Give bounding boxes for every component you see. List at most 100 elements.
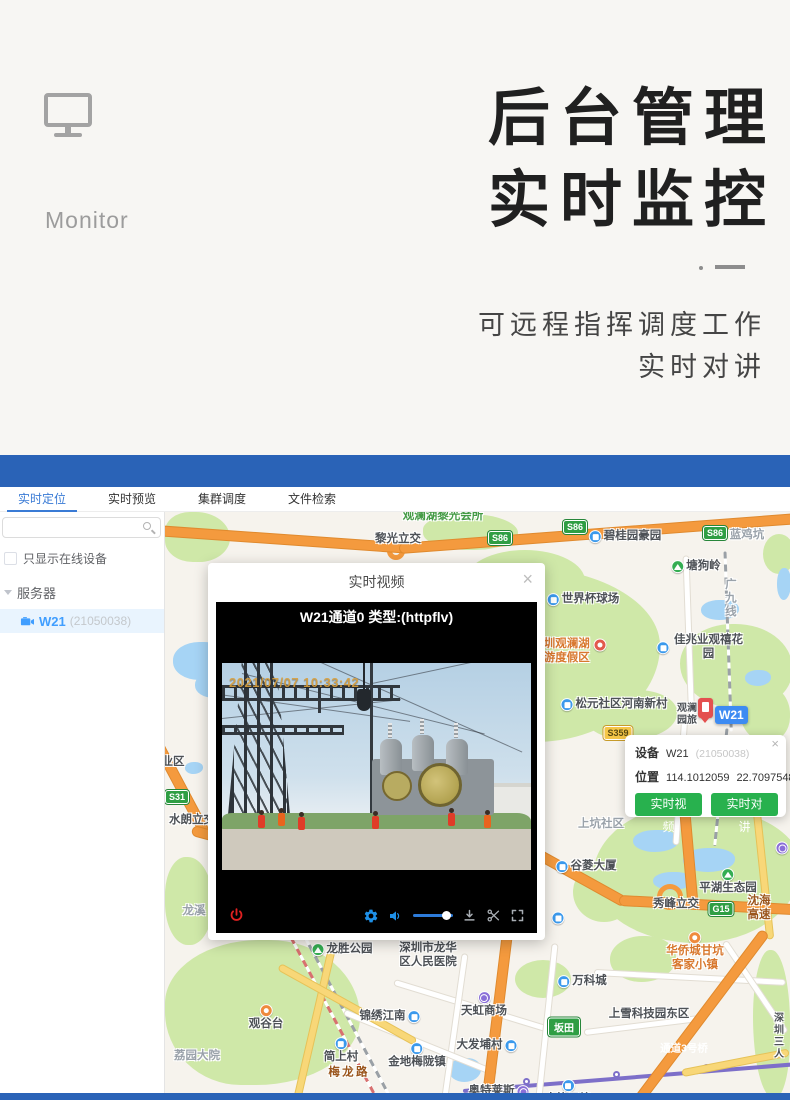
poi-green-icon	[312, 943, 325, 956]
tab-cluster-dispatch[interactable]: 集群调度	[198, 487, 246, 512]
map-label-text: 碧桂园豪园	[604, 530, 662, 544]
popup-location-label: 位置	[635, 768, 659, 785]
map-label: 谷菱大厦	[556, 860, 617, 874]
metro-station	[523, 1078, 530, 1085]
realtime-talk-button[interactable]: 实时对讲	[711, 793, 778, 816]
map-label: 观谷台	[249, 1004, 284, 1032]
popup-latitude: 22.7097548	[736, 772, 790, 784]
search-box	[2, 517, 161, 538]
poi-blue-icon	[556, 860, 569, 873]
map-label: 业区	[165, 756, 185, 770]
modal-title: 实时视频	[208, 563, 545, 602]
map-label-text: 龙溪	[183, 905, 206, 919]
hero-title-line1: 后台管理	[488, 78, 776, 160]
popup-location-row: 位置 114.1012059 22.7097548	[635, 768, 778, 785]
map-label: 碧桂园豪园	[589, 530, 662, 544]
poi-blue-icon	[505, 1039, 518, 1052]
map-label: 梅龙路	[325, 1062, 366, 1083]
poi-blue-icon	[562, 1079, 575, 1092]
poi-blue-icon	[589, 530, 602, 543]
poi-blue-icon	[561, 698, 574, 711]
device-id: (21050038)	[70, 614, 131, 628]
map-label-text: 金地梅陇镇	[388, 1056, 446, 1070]
poi-green-icon	[722, 868, 735, 881]
map-label-text: 梅龙路	[325, 1062, 366, 1083]
page-bottom-bar	[0, 1093, 790, 1100]
poi-purple-icon	[478, 991, 491, 1004]
tree-node-device-w21[interactable]: W21 (21050038)	[0, 609, 164, 633]
hero-subtitle-line2: 实时对讲	[638, 345, 766, 384]
map-label: 大发埔村	[457, 1039, 518, 1053]
poi-red-icon	[594, 639, 607, 652]
search-input[interactable]	[9, 519, 139, 536]
worker-figure	[258, 815, 265, 828]
map-label-text: 平湖生态园	[699, 882, 757, 896]
map-label-text: 锦绣江南	[360, 1010, 406, 1024]
volume-slider-knob[interactable]	[442, 911, 451, 920]
poi-orange-icon	[689, 931, 702, 944]
poi-blue-icon	[547, 593, 560, 606]
modal-close-icon[interactable]: ×	[522, 570, 533, 588]
clip-scissors-icon[interactable]	[486, 908, 501, 923]
map-label: 观澜 园旅	[677, 703, 697, 727]
speaker-icon[interactable]	[388, 908, 404, 924]
popup-device-row: 设备 W21 (21050038)	[635, 744, 778, 761]
map-label-text: 观澜 园旅	[677, 703, 697, 727]
map-label-text: 黎光立交	[375, 533, 421, 547]
map-label: 秀峰立交	[653, 898, 699, 912]
map-label: 平湖生态园	[699, 868, 757, 896]
online-only-checkbox[interactable]	[4, 552, 17, 565]
device-popup: × 设备 W21 (21050038) 位置 114.1012059 22.70…	[625, 735, 786, 817]
map-label: 松元社区河南新村	[561, 698, 668, 712]
settings-gear-icon[interactable]	[363, 908, 379, 924]
caret-down-icon[interactable]	[4, 590, 12, 595]
cable-reel-small	[382, 771, 412, 801]
device-map-tag[interactable]: W21	[715, 706, 748, 724]
tab-realtime-preview[interactable]: 实时预览	[108, 487, 156, 512]
map-label: 上雪科技园东区	[609, 1008, 690, 1022]
power-icon[interactable]	[228, 907, 245, 924]
map-label: 深圳 三人	[774, 1013, 785, 1061]
video-player: W21通道0 类型:(httpflv)	[216, 602, 537, 933]
popup-device-name: W21	[666, 748, 689, 760]
map-label-text: 荔园大院	[174, 1050, 220, 1064]
worker-figure	[278, 813, 285, 826]
poi-purple-icon	[776, 842, 789, 855]
poi-blue-icon	[408, 1010, 421, 1023]
page: Monitor 后台管理 实时监控 可远程指挥调度工作 实时对讲 实时定位 实时…	[0, 0, 790, 1100]
map-label-text: 上雪科技园东区	[609, 1008, 690, 1022]
map-park	[165, 857, 213, 945]
map-label-text: 观谷台	[249, 1018, 284, 1032]
map-label: 龙溪	[183, 905, 206, 919]
tab-realtime-location[interactable]: 实时定位	[18, 487, 66, 512]
map-label-text: 塘狗岭	[686, 560, 721, 574]
realtime-video-button[interactable]: 实时视频	[635, 793, 702, 816]
popup-buttons: 实时视频 实时对讲	[635, 793, 778, 816]
map-label: 奥特莱斯	[469, 1085, 530, 1093]
poi-blue-icon	[335, 1037, 348, 1050]
device-map-pin[interactable]	[698, 698, 713, 718]
tab-file-search[interactable]: 文件检索	[288, 487, 336, 512]
poi-blue-icon	[657, 642, 670, 655]
map-label: 深圳市龙华 区人民医院	[399, 942, 457, 970]
search-icon[interactable]	[143, 522, 151, 530]
online-only-label: 只显示在线设备	[23, 550, 107, 567]
road-shield: S86	[488, 531, 512, 545]
cable-reel	[418, 763, 462, 807]
download-icon[interactable]	[462, 908, 477, 923]
popup-close-icon[interactable]: ×	[771, 737, 779, 750]
map-label: 蓝鸡坑	[730, 529, 765, 543]
map-label-text: 秀峰立交	[653, 898, 699, 912]
poi-blue-icon	[557, 975, 570, 988]
video-controls	[228, 907, 525, 924]
volume-slider[interactable]	[413, 914, 453, 917]
tree-node-server[interactable]: 服务器	[4, 583, 164, 602]
video-modal: 实时视频 × W21通道0 类型:(httpflv)	[208, 563, 545, 940]
map-label-text: 上坑社区	[578, 818, 624, 832]
map-label: 上坑社区	[578, 818, 624, 832]
map-label: 龙胜公园	[312, 943, 373, 957]
fullscreen-icon[interactable]	[510, 908, 525, 923]
map-label-text: 观澜湖黎光会所	[403, 512, 484, 524]
video-stream-title: W21通道0 类型:(httpflv)	[216, 607, 537, 627]
map-label-text: 沈海高速	[744, 895, 775, 923]
